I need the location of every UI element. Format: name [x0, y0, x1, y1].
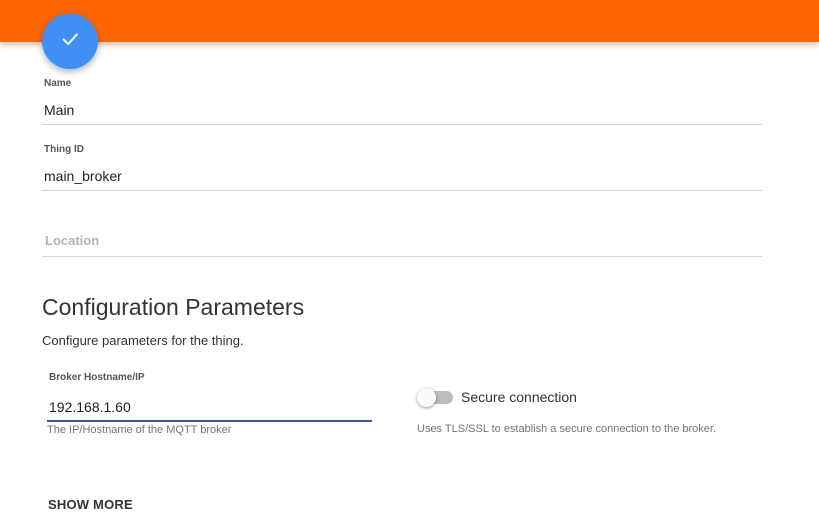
config-section-title: Configuration Parameters [42, 294, 305, 320]
thing-id-field[interactable]: Thing ID main_broker [42, 142, 762, 192]
broker-hostname-input[interactable] [47, 397, 372, 417]
location-field[interactable]: Location [42, 225, 762, 259]
broker-hostname-underline [47, 420, 372, 422]
location-underline [42, 256, 762, 257]
secure-connection-toggle[interactable] [417, 388, 453, 408]
location-placeholder: Location [45, 233, 100, 248]
config-section-description: Configure parameters for the thing. [42, 333, 244, 348]
name-field[interactable]: Name Main [42, 76, 762, 126]
name-underline [42, 124, 762, 125]
secure-connection-label[interactable]: Secure connection [461, 389, 577, 405]
name-value[interactable]: Main [44, 102, 74, 118]
save-fab-button[interactable] [42, 13, 98, 69]
top-app-bar [0, 0, 819, 42]
toggle-thumb [417, 388, 436, 407]
thing-id-underline [42, 190, 762, 191]
secure-connection-hint: Uses TLS/SSL to establish a secure conne… [417, 423, 717, 435]
show-more-button[interactable]: SHOW MORE [48, 497, 133, 512]
broker-hostname-label: Broker Hostname/IP [49, 372, 145, 383]
broker-hostname-field[interactable]: Broker Hostname/IP The IP/Hostname of th… [47, 370, 372, 440]
check-icon [59, 28, 81, 55]
thing-id-label: Thing ID [44, 144, 84, 155]
thing-id-value[interactable]: main_broker [44, 168, 122, 184]
name-label: Name [44, 78, 72, 89]
broker-hostname-hint: The IP/Hostname of the MQTT broker [47, 424, 232, 436]
